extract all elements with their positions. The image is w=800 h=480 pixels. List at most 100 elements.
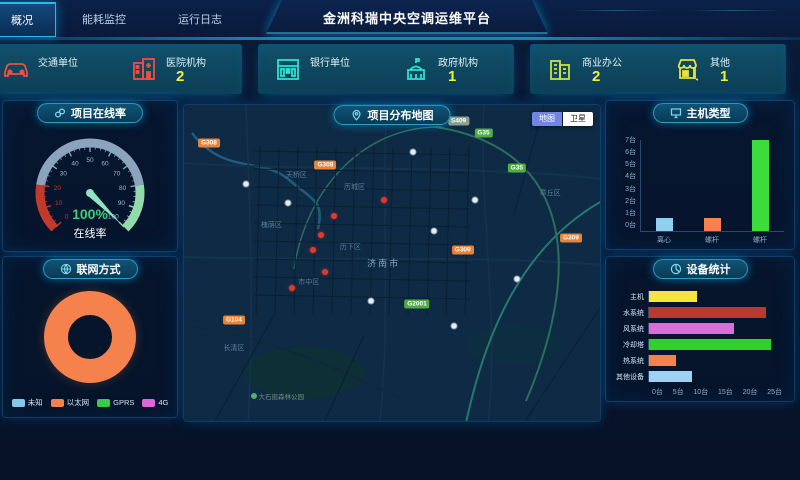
district-label: 长清区 bbox=[223, 343, 244, 353]
x-tick: 25台 bbox=[767, 387, 782, 397]
road-badge: G35 bbox=[474, 129, 492, 138]
panel-header: 项目在线率 bbox=[37, 103, 143, 123]
x-axis-labels: 0台5台10台15台20台25台 bbox=[652, 387, 782, 397]
satellite-mode-button[interactable]: 卫星 bbox=[563, 112, 593, 126]
device-row: 其他设备 bbox=[614, 371, 782, 382]
device-label: 主机 bbox=[614, 292, 648, 302]
stat-value: 1 bbox=[710, 69, 730, 84]
app-title-container: 金洲科瑞中央空调运维平台 bbox=[266, 0, 548, 34]
tab-overview[interactable]: 概况 bbox=[0, 2, 56, 37]
map-pin-icon bbox=[351, 109, 363, 121]
device-row: 冷却塔 bbox=[614, 339, 782, 350]
hospital-icon bbox=[130, 55, 158, 83]
host-type-bar-chart: 7台6台5台4台3台2台1台0台 离心螺杆螺杆 bbox=[614, 137, 784, 249]
legend-item[interactable]: 4G bbox=[142, 398, 168, 407]
stat-value: 2 bbox=[582, 69, 622, 84]
panel-project-map: 天桥区历城区槐荫区历下区市中区长清区章丘区济南市G308G308S409G35G… bbox=[183, 104, 601, 422]
stat-government: 政府机构 1 bbox=[402, 54, 498, 84]
district-label: 历下区 bbox=[340, 242, 361, 252]
stat-label: 商业办公 bbox=[582, 54, 622, 69]
legend-item[interactable]: 未知 bbox=[12, 397, 43, 408]
panel-title: 主机类型 bbox=[687, 105, 731, 121]
device-label: 冷却塔 bbox=[614, 340, 648, 350]
road-badge: G308 bbox=[314, 161, 336, 170]
bar-主机 bbox=[649, 291, 697, 302]
tab-energy-monitor[interactable]: 能耗监控 bbox=[68, 2, 140, 36]
stat-cards-row: 交通单位 医院机构 2 银行单位 政府机构 1 商业办公 2 bbox=[0, 44, 786, 94]
device-label: 水系统 bbox=[614, 308, 648, 318]
x-tick: 螺杆 bbox=[705, 235, 719, 245]
card-transport-hospital[interactable]: 交通单位 医院机构 2 bbox=[0, 44, 242, 94]
y-tick: 6台 bbox=[614, 149, 636, 156]
stat-value: 1 bbox=[438, 69, 478, 84]
legend-swatch bbox=[142, 399, 155, 407]
x-tick: 离心 bbox=[657, 235, 671, 245]
y-tick: 0台 bbox=[614, 222, 636, 229]
district-label: 槐荫区 bbox=[261, 220, 282, 230]
bar-track bbox=[648, 323, 782, 334]
panel-title: 项目分布地图 bbox=[368, 107, 434, 123]
district-label: 历城区 bbox=[344, 182, 365, 192]
bar-热系统 bbox=[649, 355, 676, 366]
network-legend: 未知以太网 GPRS 4G bbox=[12, 397, 169, 408]
district-label: 市中区 bbox=[298, 277, 319, 287]
poi-marker[interactable] bbox=[472, 196, 479, 203]
road-badge: G104 bbox=[223, 315, 245, 324]
park-label-text: 大石崮森林公园 bbox=[259, 391, 305, 401]
poi-marker[interactable] bbox=[409, 149, 416, 156]
bar-其他设备 bbox=[649, 371, 692, 382]
panel-title: 设备统计 bbox=[687, 261, 731, 277]
project-marker[interactable] bbox=[322, 269, 328, 275]
tab-run-logs[interactable]: 运行日志 bbox=[164, 2, 236, 36]
poi-marker[interactable] bbox=[368, 297, 375, 304]
y-tick: 7台 bbox=[614, 137, 636, 144]
map-mode-button[interactable]: 地图 bbox=[532, 112, 562, 126]
road-badge: G2001 bbox=[404, 300, 430, 309]
map-canvas[interactable]: 天桥区历城区槐荫区历下区市中区长清区章丘区济南市G308G308S409G35G… bbox=[184, 105, 600, 421]
project-marker[interactable] bbox=[331, 213, 337, 219]
legend-item[interactable]: 以太网 bbox=[51, 397, 90, 408]
stat-value bbox=[310, 69, 350, 84]
project-marker[interactable] bbox=[289, 285, 295, 291]
bar-track bbox=[648, 355, 782, 366]
stat-value: 2 bbox=[166, 69, 206, 84]
stat-label: 交通单位 bbox=[38, 54, 78, 69]
project-marker[interactable] bbox=[318, 232, 324, 238]
decorative-line bbox=[690, 10, 781, 11]
bar-冷却塔 bbox=[649, 339, 771, 350]
device-row: 水系统 bbox=[614, 307, 782, 318]
poi-marker[interactable] bbox=[451, 323, 458, 330]
card-office-other[interactable]: 商业办公 2 其他 1 bbox=[530, 44, 786, 94]
poi-marker[interactable] bbox=[430, 228, 437, 235]
car-icon bbox=[2, 55, 30, 83]
project-marker[interactable] bbox=[381, 197, 387, 203]
globe-icon bbox=[60, 263, 72, 275]
y-tick: 1台 bbox=[614, 210, 636, 217]
bar-风系统 bbox=[649, 323, 734, 334]
poi-marker[interactable] bbox=[513, 275, 520, 282]
legend-label: 未知 bbox=[28, 397, 43, 408]
panel-header: 设备统计 bbox=[653, 259, 748, 279]
bar-离心 bbox=[656, 218, 673, 231]
project-marker[interactable] bbox=[310, 247, 316, 253]
x-axis-labels: 离心螺杆螺杆 bbox=[640, 235, 784, 245]
device-label: 其他设备 bbox=[614, 372, 648, 382]
card-bank-government[interactable]: 银行单位 政府机构 1 bbox=[258, 44, 514, 94]
device-stats-bar-chart: 主机水系统风系统冷却塔热系统其他设备0台5台10台15台20台25台 bbox=[614, 291, 782, 397]
road-badge: S409 bbox=[448, 116, 469, 125]
stat-label: 医院机构 bbox=[166, 54, 206, 69]
y-tick: 2台 bbox=[614, 198, 636, 205]
poi-marker[interactable] bbox=[243, 181, 250, 188]
bank-icon bbox=[274, 55, 302, 83]
government-icon bbox=[402, 55, 430, 83]
city-label: 济南市 bbox=[367, 257, 400, 270]
device-row: 主机 bbox=[614, 291, 782, 302]
panel-title: 联网方式 bbox=[77, 261, 121, 277]
road-badge: G309 bbox=[452, 246, 474, 255]
poi-marker[interactable] bbox=[285, 199, 292, 206]
online-rate-gauge: 0102030405060708090100100%在线率 bbox=[15, 127, 165, 249]
svg-text:20: 20 bbox=[54, 185, 62, 192]
legend-item[interactable]: GPRS bbox=[97, 398, 134, 407]
panel-device-stats: 设备统计 主机水系统风系统冷却塔热系统其他设备0台5台10台15台20台25台 bbox=[605, 256, 795, 402]
legend-label: 4G bbox=[158, 398, 168, 407]
